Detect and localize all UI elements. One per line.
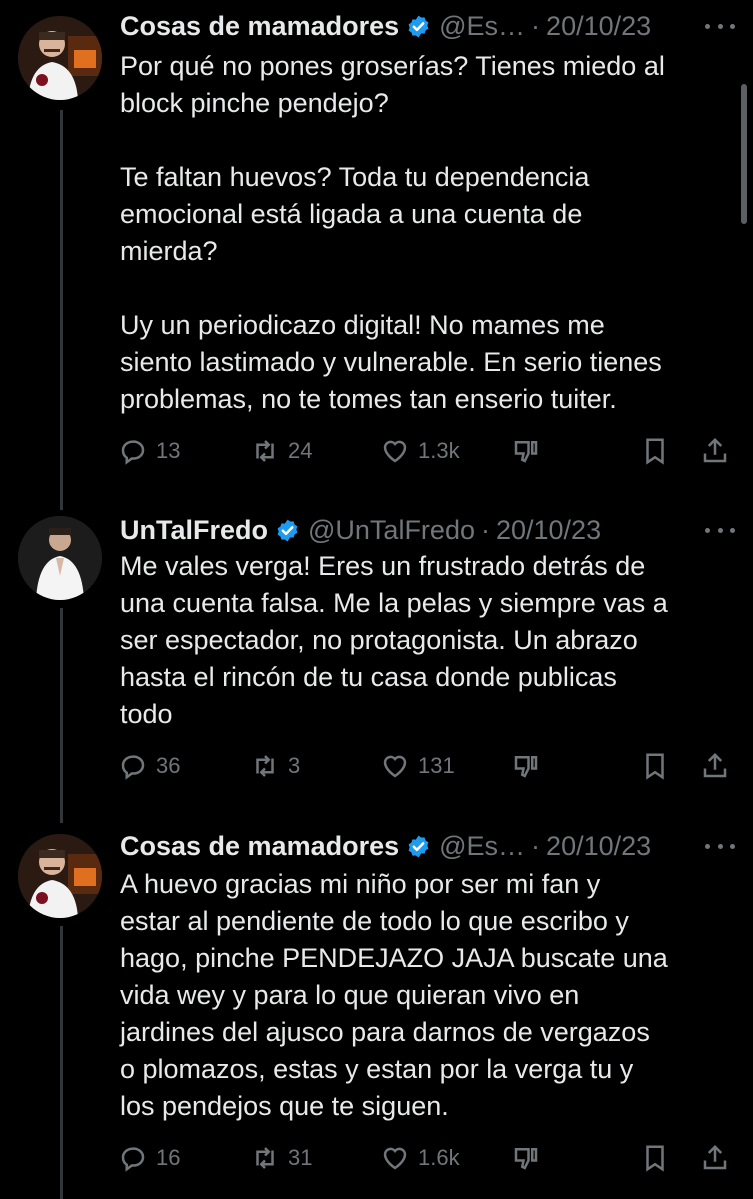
- downvote-icon: [514, 441, 538, 463]
- dislike-button[interactable]: [511, 748, 541, 784]
- reply-count: 13: [156, 438, 181, 463]
- avatar-image: [18, 16, 102, 100]
- tweet-header: UnTalFredo @UnTalFredo · 20/10/23: [120, 510, 601, 550]
- user-handle[interactable]: @Es…: [439, 831, 525, 862]
- tweet[interactable]: Cosas de mamadores @Es… · 20/10/23 A hue…: [0, 826, 753, 1186]
- share-icon: [703, 437, 727, 463]
- more-options-icon[interactable]: [705, 14, 735, 38]
- share-button[interactable]: [700, 433, 730, 469]
- retweet-count: 31: [288, 1145, 313, 1170]
- share-icon: [703, 752, 727, 778]
- user-handle[interactable]: @UnTalFredo: [308, 515, 475, 546]
- heart-icon: [383, 1147, 407, 1170]
- reply-icon: [121, 1147, 145, 1172]
- downvote-icon: [514, 756, 538, 778]
- tweet-actions: 16 31 1.6k: [118, 1140, 738, 1176]
- reply-button[interactable]: 13: [118, 433, 180, 469]
- retweet-icon: [256, 440, 274, 462]
- share-button[interactable]: [700, 748, 730, 784]
- bookmark-icon: [646, 438, 664, 465]
- tweet-actions: 13 24 1.3k: [118, 433, 738, 469]
- separator-dot: ·: [531, 830, 541, 861]
- reply-count: 16: [156, 1145, 181, 1170]
- share-icon: [703, 1144, 727, 1170]
- verified-badge-icon: [408, 835, 429, 857]
- heart-icon: [383, 440, 407, 463]
- reply-button[interactable]: 36: [118, 748, 180, 784]
- display-name[interactable]: Cosas de mamadores: [120, 831, 399, 862]
- retweet-count: 24: [288, 438, 313, 463]
- more-options-icon[interactable]: [705, 834, 735, 858]
- dislike-button[interactable]: [511, 433, 541, 469]
- avatar-image: [18, 516, 102, 600]
- bookmark-button[interactable]: [640, 748, 670, 784]
- reply-count: 36: [156, 753, 181, 778]
- tweet-actions: 36 3 131: [118, 748, 738, 784]
- tweet[interactable]: Cosas de mamadores @Es… · 20/10/23 Por q…: [0, 6, 753, 486]
- reply-icon: [121, 440, 145, 465]
- bookmark-icon: [646, 1145, 664, 1172]
- tweet-date[interactable]: 20/10/23: [496, 515, 601, 546]
- separator-dot: ·: [531, 10, 541, 41]
- reply-button[interactable]: 16: [118, 1140, 180, 1176]
- avatar-image: [18, 834, 102, 918]
- tweet-date[interactable]: 20/10/23: [546, 831, 651, 862]
- avatar[interactable]: [18, 834, 102, 918]
- like-button[interactable]: 1.6k: [380, 1140, 460, 1176]
- display-name[interactable]: UnTalFredo: [120, 515, 268, 546]
- tweet-text: Por qué no pones groserías? Tienes miedo…: [120, 51, 665, 414]
- tweet-date[interactable]: 20/10/23: [546, 11, 651, 42]
- retweet-button[interactable]: 24: [250, 433, 312, 469]
- user-handle[interactable]: @Es…: [439, 11, 525, 42]
- tweet-text: A huevo gracias mi niño por ser mi fan y…: [120, 869, 668, 1121]
- like-count: 1.3k: [418, 438, 460, 463]
- share-button[interactable]: [700, 1140, 730, 1176]
- tweet[interactable]: UnTalFredo @UnTalFredo · 20/10/23 Me val…: [0, 510, 753, 800]
- retweet-count: 3: [288, 753, 301, 778]
- retweet-button[interactable]: 31: [250, 1140, 312, 1176]
- verified-badge-icon: [408, 15, 429, 37]
- tweet-header: Cosas de mamadores @Es… · 20/10/23: [120, 826, 651, 866]
- display-name[interactable]: Cosas de mamadores: [120, 11, 399, 42]
- tweet-header: Cosas de mamadores @Es… · 20/10/23: [120, 6, 651, 46]
- more-options-icon[interactable]: [705, 518, 735, 542]
- retweet-icon: [256, 1147, 274, 1169]
- like-button[interactable]: 1.3k: [380, 433, 460, 469]
- like-button[interactable]: 131: [380, 748, 455, 784]
- bookmark-icon: [646, 753, 664, 780]
- bookmark-button[interactable]: [640, 433, 670, 469]
- retweet-icon: [256, 755, 274, 777]
- heart-icon: [383, 755, 407, 778]
- like-count: 131: [418, 753, 455, 778]
- verified-badge-icon: [277, 519, 298, 541]
- dislike-button[interactable]: [511, 1140, 541, 1176]
- like-count: 1.6k: [418, 1145, 460, 1170]
- tweet-text: Me vales verga! Eres un frustrado detrás…: [120, 551, 668, 729]
- reply-icon: [121, 755, 145, 780]
- retweet-button[interactable]: 3: [250, 748, 300, 784]
- downvote-icon: [514, 1148, 538, 1170]
- avatar[interactable]: [18, 16, 102, 100]
- avatar[interactable]: [18, 516, 102, 600]
- bookmark-button[interactable]: [640, 1140, 670, 1176]
- separator-dot: ·: [480, 514, 490, 545]
